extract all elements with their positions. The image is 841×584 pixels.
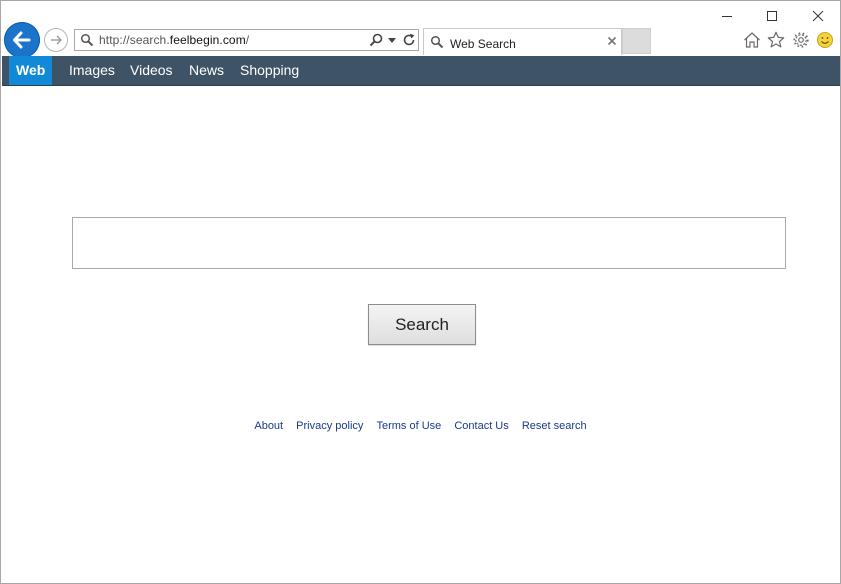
back-button[interactable] — [4, 22, 40, 58]
tab-close-icon[interactable] — [606, 35, 618, 47]
favorites-button[interactable] — [766, 30, 786, 50]
search-button[interactable]: Search — [368, 304, 476, 345]
tab-favicon-search-icon — [430, 35, 444, 49]
home-icon — [744, 32, 760, 48]
minimize-button[interactable] — [716, 7, 738, 25]
star-icon — [767, 31, 785, 48]
site-nav-bar: Web Images Videos News Shopping — [2, 56, 840, 86]
gear-icon — [793, 32, 809, 48]
feedback-button[interactable] — [815, 30, 835, 50]
nav-item-shopping[interactable]: Shopping — [240, 56, 299, 85]
url-host: feelbegin.com — [169, 33, 246, 47]
browser-window: http://search.feelbegin.com/ Web Search — [0, 0, 841, 584]
url-path: / — [245, 33, 250, 47]
close-window-button[interactable] — [807, 7, 829, 25]
address-url[interactable]: http://search.feelbegin.com/ — [99, 33, 249, 47]
nav-item-videos[interactable]: Videos — [130, 56, 173, 85]
nav-item-news[interactable]: News — [189, 56, 224, 85]
maximize-icon — [767, 11, 777, 21]
home-button[interactable] — [742, 30, 762, 50]
chevron-down-icon[interactable] — [388, 38, 396, 43]
nav-item-images[interactable]: Images — [69, 56, 115, 85]
maximize-button[interactable] — [761, 7, 783, 25]
address-bar[interactable]: http://search.feelbegin.com/ — [74, 29, 419, 51]
footer-link-terms-of-use[interactable]: Terms of Use — [376, 420, 441, 432]
search-icon — [80, 33, 94, 47]
footer-links: About Privacy policy Terms of Use Contac… — [1, 420, 840, 432]
minimize-icon — [722, 16, 732, 17]
forward-arrow-icon — [51, 35, 62, 45]
smiley-icon — [817, 32, 833, 48]
footer-link-privacy-policy[interactable]: Privacy policy — [296, 420, 363, 432]
new-tab-button[interactable] — [622, 28, 651, 54]
refresh-icon[interactable] — [402, 33, 416, 47]
footer-link-contact-us[interactable]: Contact Us — [454, 420, 508, 432]
tools-button[interactable] — [791, 30, 811, 50]
forward-button[interactable] — [44, 28, 68, 52]
back-arrow-icon — [13, 31, 31, 49]
tab-web-search[interactable]: Web Search — [423, 28, 622, 55]
footer-link-about[interactable]: About — [254, 420, 283, 432]
nav-item-web[interactable]: Web — [9, 56, 53, 85]
footer-link-reset-search[interactable]: Reset search — [522, 420, 587, 432]
tab-title: Web Search — [450, 37, 516, 51]
address-search-icon[interactable] — [369, 33, 384, 48]
close-icon — [812, 10, 824, 22]
search-input[interactable] — [72, 217, 786, 269]
url-scheme: http://search. — [99, 33, 170, 47]
